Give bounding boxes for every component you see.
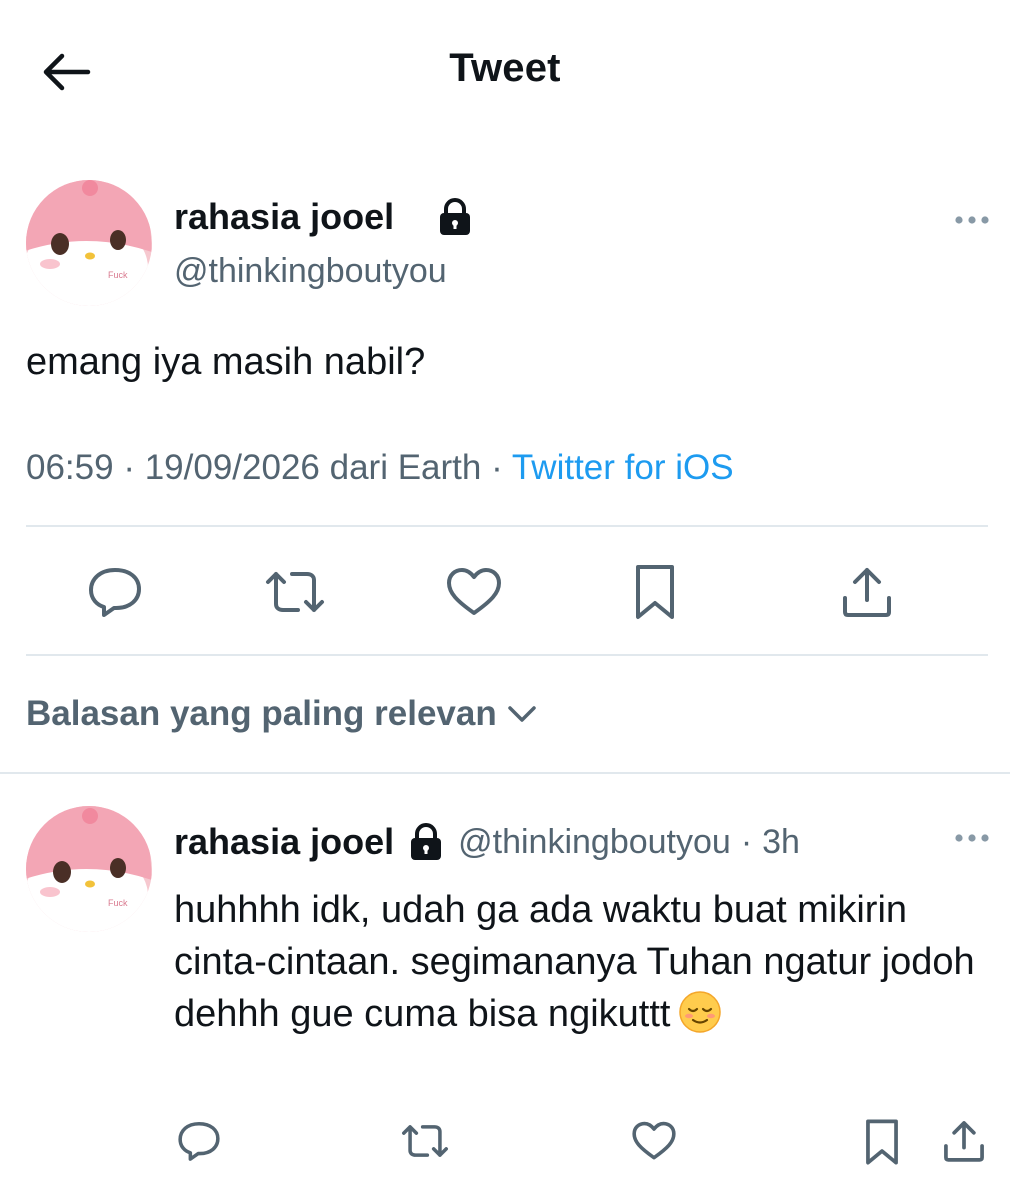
reply-more-options-button[interactable] <box>952 828 992 848</box>
tweet-source-link[interactable]: Twitter for iOS <box>512 448 734 487</box>
share-icon <box>843 568 891 617</box>
like-icon <box>632 1121 676 1160</box>
reply-dot: · <box>740 822 753 861</box>
more-icon <box>955 834 989 842</box>
reply-reply-button[interactable] <box>174 1116 224 1166</box>
avatar-image: Fuck <box>26 806 152 932</box>
reply-text: huhhhh idk, udah ga ada waktu buat mikir… <box>174 889 975 1035</box>
bookmark-icon <box>636 565 674 619</box>
reply-avatar[interactable]: Fuck <box>26 806 152 932</box>
reply-bookmark-button[interactable] <box>860 1116 904 1168</box>
reply-author-handle[interactable]: @thinkingboutyou <box>458 823 731 862</box>
avatar-watermark-text: Fuck <box>108 270 128 280</box>
reply-time[interactable]: 3h <box>762 823 800 862</box>
like-button[interactable] <box>444 562 504 622</box>
avatar[interactable]: Fuck <box>26 180 152 306</box>
top-bar: Tweet <box>0 0 1010 140</box>
meta-separator: · <box>123 448 135 487</box>
reply-retweet-button[interactable] <box>398 1116 452 1166</box>
reply-like-button[interactable] <box>630 1116 678 1166</box>
author-name[interactable]: rahasia jooel <box>174 196 394 238</box>
reply-header: rahasia jooel @thinkingboutyou · 3h <box>174 818 800 866</box>
retweet-icon <box>266 572 324 612</box>
divider <box>0 772 1010 774</box>
tweet-meta: 06:59 · 19/09/2026 dari Earth · Twitter … <box>26 448 734 488</box>
reply-sort-label: Balasan yang paling relevan <box>26 694 497 733</box>
author-handle[interactable]: @thinkingboutyou <box>174 252 447 291</box>
avatar-watermark-text: Fuck <box>108 898 128 908</box>
share-button[interactable] <box>836 562 898 622</box>
retweet-button[interactable] <box>262 562 328 622</box>
reply-button[interactable] <box>84 562 146 622</box>
tweet-text: emang iya masih nabil? <box>26 341 426 383</box>
reply-text-block: huhhhh idk, udah ga ada waktu buat mikir… <box>174 884 984 1040</box>
reply-icon <box>178 1121 220 1161</box>
page-title: Tweet <box>449 46 561 90</box>
bookmark-icon <box>866 1119 898 1165</box>
relieved-face-emoji <box>679 991 722 1033</box>
reply-sort-button[interactable]: Balasan yang paling relevan <box>26 694 537 734</box>
tweet-date: 19/09/2026 <box>144 448 320 487</box>
reply-author-name[interactable]: rahasia jooel <box>174 821 394 863</box>
reply-share-button[interactable] <box>940 1116 988 1166</box>
tweet-location: dari Earth <box>329 448 482 487</box>
avatar-image: Fuck <box>26 180 152 306</box>
more-icon <box>955 216 989 224</box>
meta-separator: · <box>491 448 503 487</box>
lock-icon <box>440 198 470 235</box>
retweet-icon <box>402 1125 448 1157</box>
share-icon <box>944 1121 984 1162</box>
reply-icon <box>89 568 141 617</box>
chevron-down-icon <box>508 706 536 722</box>
lock-icon <box>411 823 442 860</box>
like-icon <box>447 568 501 615</box>
more-options-button[interactable] <box>952 210 992 230</box>
bookmark-button[interactable] <box>628 562 682 622</box>
tweet-time: 06:59 <box>26 448 114 487</box>
divider <box>26 654 988 656</box>
divider <box>26 525 988 527</box>
